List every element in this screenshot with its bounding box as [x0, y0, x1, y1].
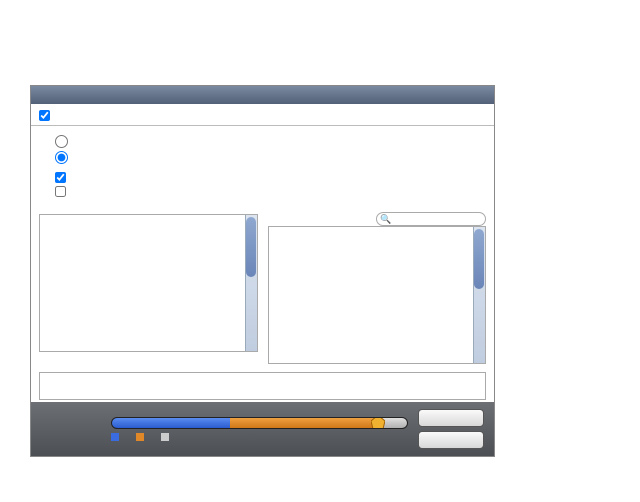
artists-column: 🔍	[268, 212, 487, 364]
autofill-checkbox[interactable]	[55, 186, 66, 197]
playlists-column	[39, 212, 258, 364]
artist-search-input[interactable]	[376, 212, 486, 226]
radio-entire-library[interactable]	[55, 135, 68, 148]
cancel-button[interactable]	[418, 409, 484, 427]
radio-selected[interactable]	[55, 151, 68, 164]
include-videos-checkbox[interactable]	[55, 172, 66, 183]
playlists-listbox[interactable]	[39, 214, 258, 352]
capacity-bar	[111, 417, 408, 429]
legend-other	[136, 433, 147, 441]
sync-header	[31, 104, 494, 126]
sync-settings-window: 🔍	[30, 85, 495, 457]
search-icon: 🔍	[380, 214, 391, 225]
genres-listbox[interactable]	[39, 372, 486, 400]
scrollbar[interactable]	[245, 215, 257, 351]
columns: 🔍	[31, 208, 494, 368]
scrollbar-thumb[interactable]	[474, 229, 484, 289]
capacity-marker[interactable]	[371, 417, 385, 429]
apply-button[interactable]	[418, 431, 484, 449]
scrollbar-thumb[interactable]	[40, 373, 485, 391]
legend-audio	[111, 433, 122, 441]
segment-other	[230, 418, 378, 428]
scrollbar-thumb[interactable]	[246, 217, 256, 277]
legend	[111, 433, 408, 441]
scrollbar[interactable]	[473, 227, 485, 363]
artists-listbox[interactable]	[268, 226, 487, 364]
sync-options	[31, 126, 494, 208]
scrollbar[interactable]	[40, 373, 485, 391]
segment-audio	[112, 418, 230, 428]
legend-free	[161, 433, 172, 441]
tab-bar	[31, 86, 494, 104]
genres-section	[31, 368, 494, 402]
sync-music-checkbox[interactable]	[39, 110, 50, 121]
capacity-bar-section	[31, 402, 494, 456]
